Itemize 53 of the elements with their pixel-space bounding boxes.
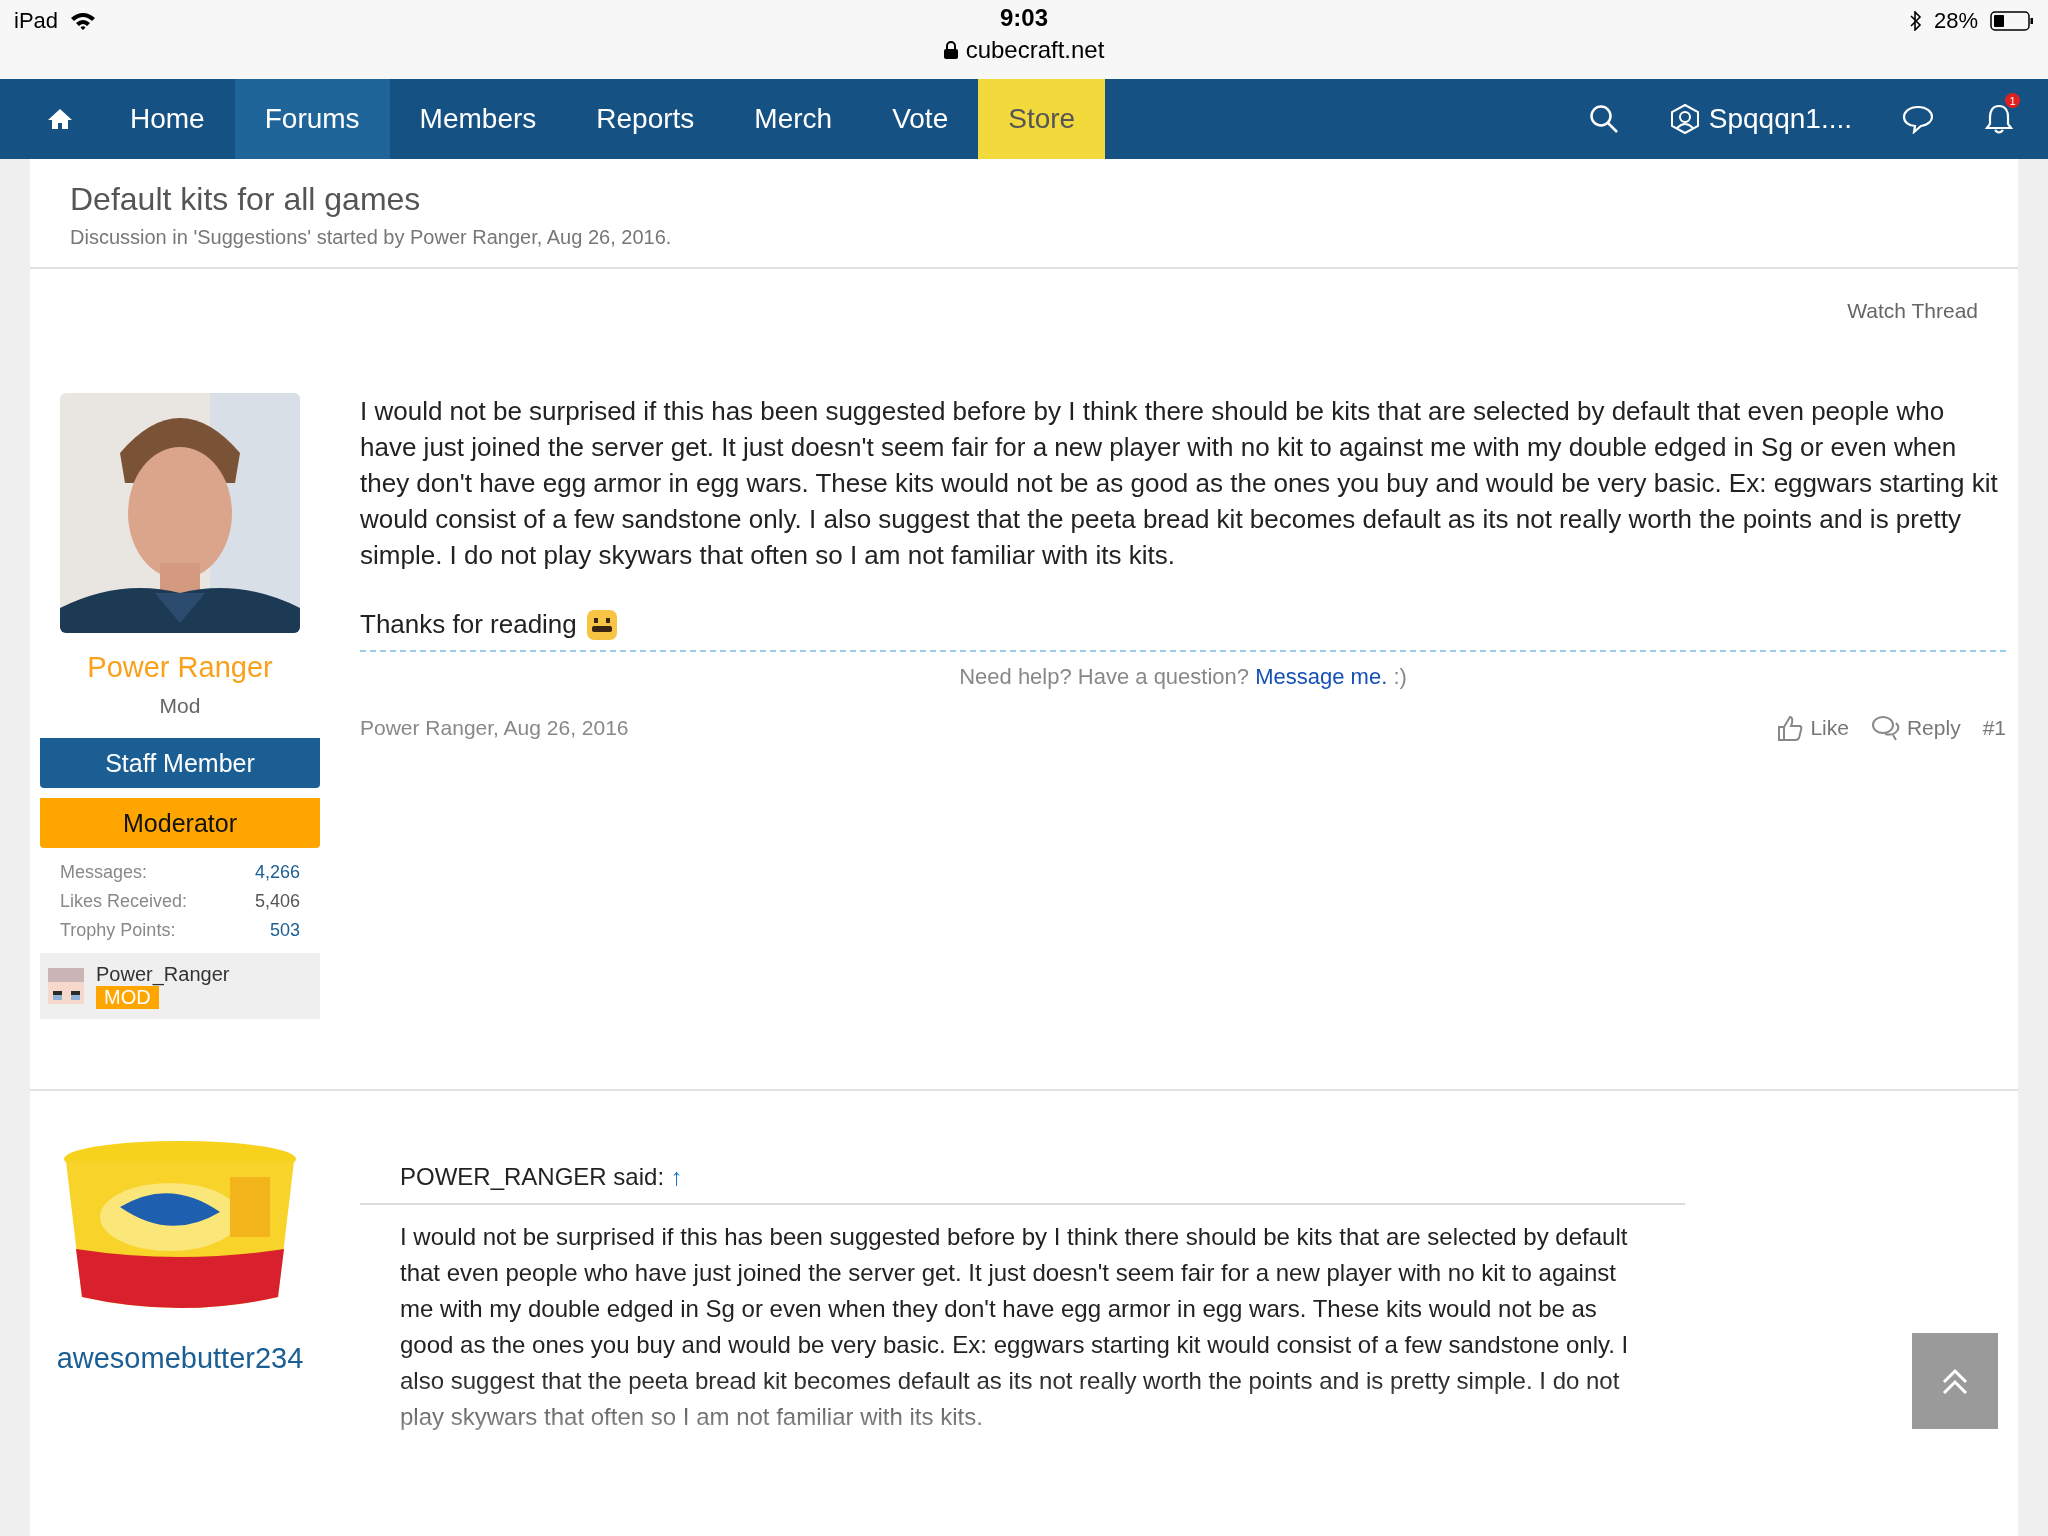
emoji-icon: [586, 609, 617, 640]
wifi-icon: [70, 11, 97, 31]
nav-tab[interactable]: Merch: [724, 79, 863, 159]
user-banner: Staff Member: [40, 738, 320, 788]
bluetooth-icon: [1909, 11, 1922, 31]
user-menu[interactable]: Spqqqn1....: [1668, 103, 1852, 135]
user-icon: [1668, 103, 1701, 135]
nav-tab[interactable]: Home: [100, 79, 235, 159]
user-title: Mod: [159, 694, 201, 718]
nav-tab[interactable]: Members: [389, 79, 567, 159]
battery-percentage: 28%: [1933, 8, 1978, 34]
stat-label: Messages:: [60, 862, 149, 883]
watch-thread-link[interactable]: Watch Thread: [1847, 299, 1978, 363]
quote-text: I would not be surprised if this has been suggested before by I think there should be kits that are selected by default that even people who have just joined the server get. It just doesn't seem fair for a new player with no kit to against me with my double edged in Sg or even when they don't have egg armor in egg wars. These kits would not be as good as the ones you buy and would be very basic. Ex: eggwars starting kit would consist of a few sandstone only. I also suggest that the peeta bread kit becomes default as its not really worth the points and is pretty simple. I do not play skywars that often so I am not familiar with its kits.: [399, 1222, 1630, 1432]
speech-bubbles-icon: [1870, 714, 1901, 742]
closing-text: Thanks for reading: [360, 609, 577, 640]
nav-tab[interactable]: Store: [978, 79, 1106, 159]
quote-source: POWER_RANGER said: ↑: [360, 1163, 1685, 1205]
lock-icon: [943, 41, 958, 59]
quote-jump-link[interactable]: ↑: [670, 1163, 683, 1190]
post-text: I would not be surprised if this has been suggested before by I think there should be kits that are selected by default that even people who have just joined the server get. It just doesn't seem fair for a new player with no kit to against me with my double edged in Sg or even when they don't have egg armor in egg wars. These kits would not be as good as the ones you buy and would be very basic. Ex: eggwars starting kit would consist of a few sandstone only. I also suggest that the peeta bread kit becomes default as its not really worth the points and is pretty simple. I do not play skywars that often so I am not familiar with its kits.: [360, 395, 1999, 572]
thread-title: Default kits for all games: [70, 181, 422, 218]
nav-tab[interactable]: Vote: [862, 79, 979, 159]
post-meta: Power Ranger, Aug 26, 2016: [360, 716, 630, 740]
nav-tab[interactable]: Reports: [566, 79, 725, 159]
author-name[interactable]: awesomebutter234: [55, 1341, 305, 1375]
home-icon[interactable]: [47, 108, 73, 130]
stat-label: Trophy Points:: [60, 920, 177, 941]
stat-value[interactable]: 503: [254, 920, 300, 941]
thread-info: Discussion in 'Suggestions' started by Power Ranger, Aug 26, 2016.: [70, 226, 673, 249]
device-name: iPad: [14, 8, 59, 34]
stat-label: Likes Received:: [60, 891, 189, 912]
battery-icon: [1990, 11, 2034, 31]
nav-tab[interactable]: Forums: [234, 79, 390, 159]
clock: 9:03: [999, 4, 1048, 32]
stat-value: 5,406: [254, 891, 300, 912]
stat-value[interactable]: 4,266: [254, 862, 300, 883]
like-button[interactable]: Like: [1776, 714, 1849, 742]
user-banner: Moderator: [40, 798, 320, 848]
reply-button[interactable]: Reply: [1870, 714, 1961, 742]
chat-bubble-icon[interactable]: [1902, 104, 1934, 134]
notification-badge: 1: [2005, 93, 2020, 108]
bell-icon[interactable]: [1984, 103, 2014, 135]
address-bar-url[interactable]: cubecraft.net: [965, 36, 1105, 64]
signature-text: Need help? Have a question? Message me. :): [360, 650, 2006, 690]
player-name: Power_Ranger: [96, 963, 230, 986]
avatar-icon: [48, 968, 84, 1004]
chevrons-up-icon: [1940, 1366, 1970, 1396]
rank-tag: MOD: [96, 986, 159, 1009]
post-number[interactable]: #1: [1982, 716, 2006, 740]
search-icon[interactable]: [1588, 104, 1619, 134]
thumbs-up-icon: [1776, 714, 1805, 742]
message-link[interactable]: Message me.: [1255, 664, 1388, 689]
